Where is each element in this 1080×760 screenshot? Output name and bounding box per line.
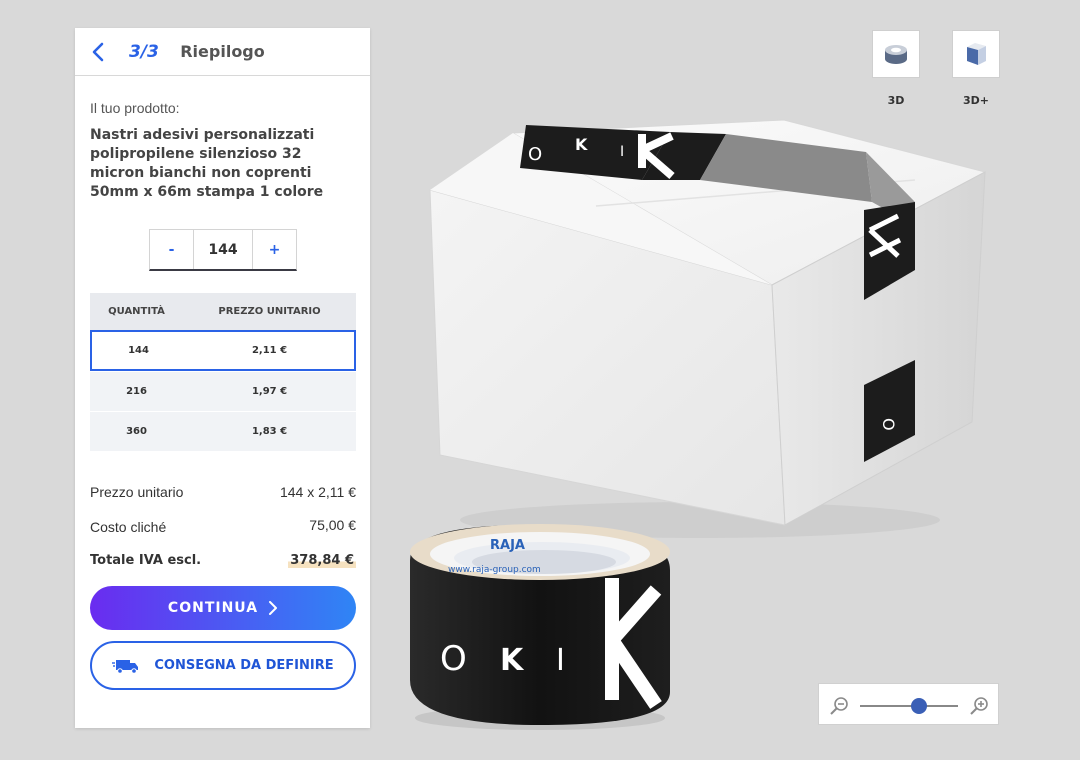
unit-price-value: 144 x 2,11 € bbox=[279, 484, 356, 500]
total-label: Totale IVA escl. bbox=[90, 553, 202, 568]
cliche-cost-label: Costo cliché bbox=[90, 519, 167, 535]
tape-core-brand: RAJA bbox=[490, 538, 525, 553]
quantity-stepper: - 144 + bbox=[149, 229, 297, 271]
unit-price-row: Prezzo unitario 144 x 2,11 € bbox=[90, 484, 356, 500]
cardboard-box: O K I O bbox=[429, 119, 987, 538]
zoom-slider-thumb[interactable] bbox=[910, 698, 927, 714]
zoom-slider-track[interactable] bbox=[860, 705, 958, 707]
table-row[interactable]: 360 1,83 € bbox=[90, 412, 356, 451]
column-header-quantity: QUANTITÀ bbox=[108, 306, 165, 317]
zoom-out-icon[interactable] bbox=[829, 695, 851, 717]
box-side-letter-o: O bbox=[879, 418, 898, 431]
row-price: 1,83 € bbox=[251, 426, 288, 437]
total-row: Totale IVA escl. 378,84 € bbox=[90, 553, 356, 568]
cliche-cost-value: 75,00 € bbox=[309, 517, 356, 533]
view-3d-button[interactable] bbox=[872, 30, 920, 78]
row-quantity: 360 bbox=[126, 426, 147, 437]
increment-button[interactable]: + bbox=[253, 230, 296, 269]
page-title: Riepilogo bbox=[180, 42, 265, 61]
decrement-button[interactable]: - bbox=[150, 230, 193, 269]
panel-header: 3/3 Riepilogo bbox=[75, 28, 370, 76]
table-header: QUANTITÀ PREZZO UNITARIO bbox=[90, 293, 356, 330]
cliche-cost-row: Costo cliché 75,00 € bbox=[90, 517, 356, 535]
zoom-control bbox=[818, 683, 999, 725]
total-value: 378,84 € bbox=[288, 553, 356, 568]
table-row[interactable]: 216 1,97 € bbox=[90, 372, 356, 411]
box-logo-letter-k: K bbox=[575, 135, 588, 154]
tape-core-url: www.raja-group.com bbox=[448, 565, 541, 575]
zoom-in-icon[interactable] bbox=[969, 695, 991, 717]
box-logo-letter-i: I bbox=[620, 144, 624, 160]
row-price: 1,97 € bbox=[251, 386, 288, 397]
continue-button[interactable]: CONTINUA bbox=[90, 586, 356, 630]
truck-icon bbox=[112, 659, 139, 674]
box-logo-letter-o: O bbox=[528, 144, 542, 165]
delivery-button[interactable]: CONSEGNA DA DEFINIRE bbox=[90, 641, 356, 690]
chevron-right-icon bbox=[269, 601, 278, 615]
product-label: Il tuo prodotto: bbox=[90, 100, 180, 116]
tape-letter-i: I bbox=[556, 643, 565, 678]
quantity-value[interactable]: 144 bbox=[193, 230, 253, 269]
row-quantity: 144 bbox=[128, 345, 149, 356]
product-preview: O K I O RAJA www.raja-group.com O K I bbox=[410, 119, 987, 730]
box-icon bbox=[967, 43, 986, 65]
continue-label: CONTINUA bbox=[167, 600, 259, 616]
summary-panel: 3/3 Riepilogo Il tuo prodotto: Nastri ad… bbox=[75, 28, 370, 728]
column-header-unit-price: PREZZO UNITARIO bbox=[218, 306, 321, 317]
tape-letter-o: O bbox=[440, 639, 467, 679]
delivery-label: CONSEGNA DA DEFINIRE bbox=[154, 658, 334, 673]
unit-price-label: Prezzo unitario bbox=[90, 484, 184, 500]
row-price: 2,11 € bbox=[251, 345, 288, 356]
price-table: QUANTITÀ PREZZO UNITARIO 144 2,11 € 216 … bbox=[90, 293, 356, 451]
row-quantity: 216 bbox=[126, 386, 147, 397]
table-row[interactable]: 144 2,11 € bbox=[90, 330, 356, 371]
tape-letter-k: K bbox=[500, 643, 525, 678]
tape-roll-icon bbox=[885, 45, 907, 64]
product-name: Nastri adesivi personalizzati polipropil… bbox=[90, 127, 324, 200]
tape-roll: RAJA www.raja-group.com O K I bbox=[410, 524, 670, 730]
view-3d-plus-button[interactable] bbox=[952, 30, 1000, 78]
